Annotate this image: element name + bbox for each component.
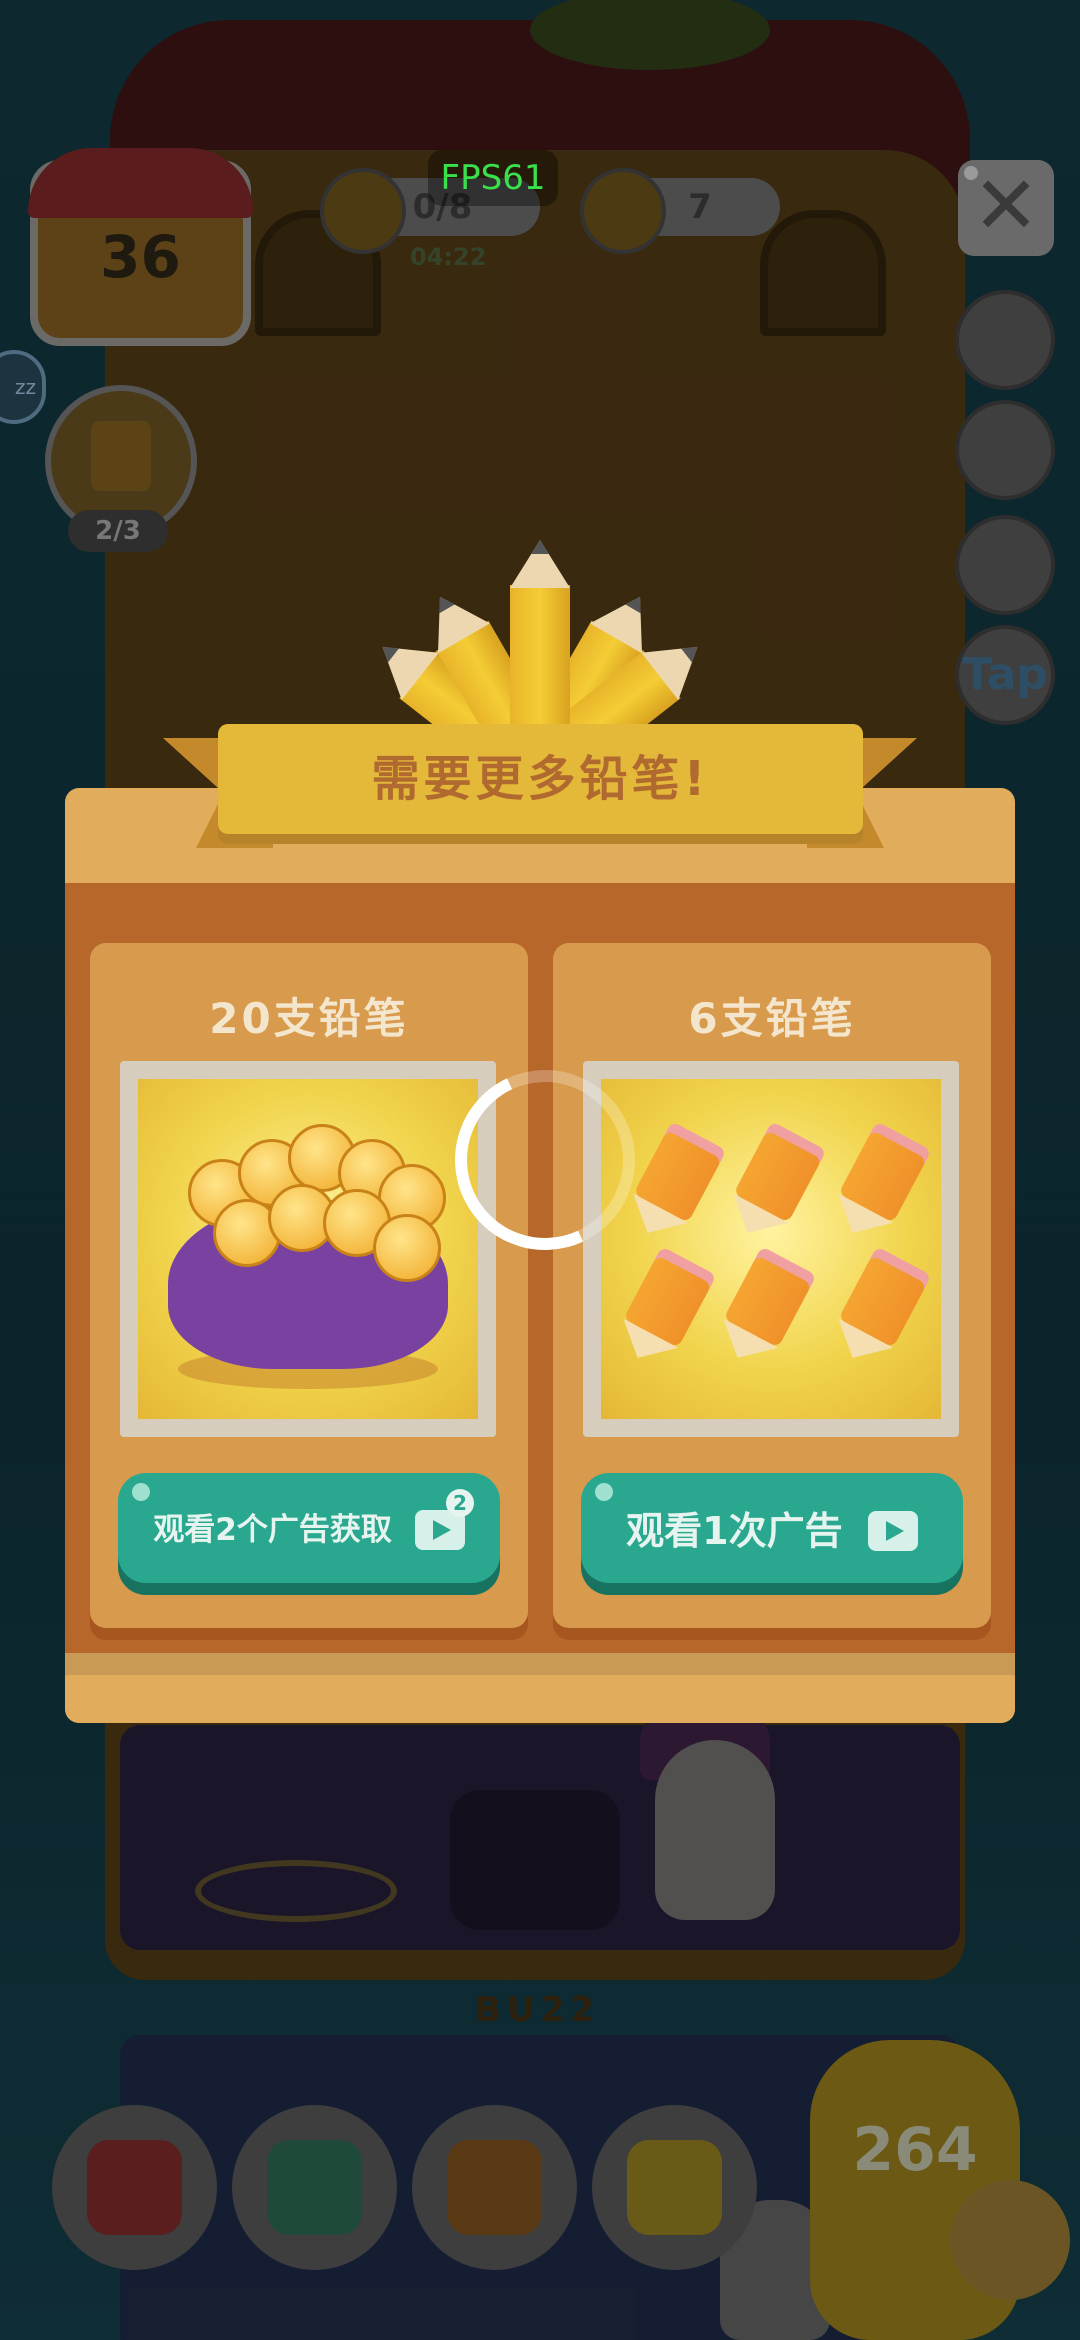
dot-icon [132,1483,150,1501]
option-image-frame [120,1061,496,1437]
six-pencils-icon [601,1079,941,1419]
dot-icon [595,1483,613,1501]
dot-icon [964,166,978,180]
dialog-title: 需要更多铅笔! [218,724,863,834]
book-button[interactable] [232,2105,397,2270]
brush-button[interactable] [955,515,1055,615]
house-icon [28,148,253,218]
lamp-button[interactable] [592,2105,757,2270]
button-label: 观看1次广告 [626,1508,843,1553]
picture-button[interactable] [412,2105,577,2270]
book-icon [267,2140,362,2235]
close-icon: ✕ [972,159,1040,252]
checklist-icon [91,421,151,491]
level-number: 36 [100,223,181,291]
close-button[interactable]: ✕ [958,160,1054,256]
task-progress: 2/3 [68,510,168,552]
pencil-bag-icon [138,1079,478,1419]
paint-roller-button[interactable] [955,400,1055,500]
lamp-icon [627,2140,722,2235]
paint-count: 7 [688,187,712,227]
option-title: 6支铅笔 [688,994,856,1043]
option-card-20-pencils: 20支铅笔 观看2个广告获取 2 [90,943,528,1628]
paint-can-icon [580,168,666,254]
watch-2-ads-button[interactable]: 观看2个广告获取 2 [118,1473,500,1583]
ad-count-badge: 2 [446,1489,474,1517]
fps-counter: FPS61 [428,150,558,206]
level-house-badge[interactable]: 36 [28,148,253,346]
option-image-frame [583,1061,959,1437]
picture-icon [447,2140,542,2235]
cat-icon[interactable] [950,2180,1070,2300]
sofa-button[interactable] [52,2105,217,2270]
sofa-icon [87,2140,182,2235]
pencil-icon [320,168,406,254]
puzzle-button[interactable] [955,290,1055,390]
option-title: 20支铅笔 [209,994,409,1043]
tap-button[interactable]: Tap [955,625,1055,725]
dialog-bottom-strip [65,1653,1015,1723]
timer-text: 04:22 [410,243,487,271]
video-play-icon [867,1510,918,1551]
option-card-6-pencils: 6支铅笔 观看1次广告 [553,943,991,1628]
button-label: 观看2个广告获取 [153,1511,392,1548]
watch-1-ad-button[interactable]: 观看1次广告 [581,1473,963,1583]
